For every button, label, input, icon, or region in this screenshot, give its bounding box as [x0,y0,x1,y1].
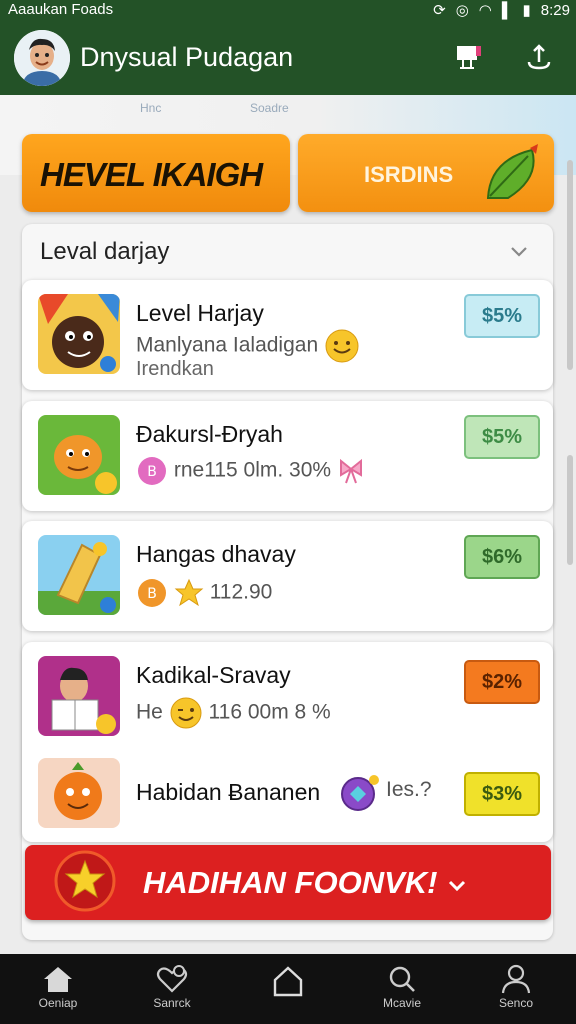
game-thumbnail [38,415,120,495]
nav-item-profile[interactable]: Senco [476,964,556,1020]
game-thumbnail [38,294,120,374]
user-avatar-icon [14,30,70,86]
item-subtitle-text: Manlyana Ialadigan [136,333,319,357]
item-subtitle-text: rne115 0lm. 30% [173,458,332,482]
item-subtitle-tail: Ies.? [386,778,432,801]
item-subtitle: B 112.90 [136,577,272,609]
list-item[interactable]: Level Harjay Manlyana Ialadigan Irendkan… [22,280,553,390]
cast-button[interactable] [452,40,486,74]
status-icons: ⟳ ◎ ◠ ▌ ▮ 8:29 [433,1,570,20]
star-badge-icon [54,850,116,912]
chevron-down-icon[interactable] [506,238,532,264]
battery-icon: ▮ [522,2,531,19]
alarm-icon: ◎ [455,2,469,19]
fruit-character-icon [38,415,120,495]
item-subtitle: B rne115 0lm. 30% [136,455,365,487]
home-icon [44,967,72,992]
badge-label: $5% [481,304,523,327]
app-bar: Dnysual Pudagan [0,22,576,95]
discount-badge[interactable]: $2% [464,660,540,704]
coin-icon: B [138,579,166,607]
item-subtitle: He 116 00m 8 % [136,696,331,730]
rewards-banner-button[interactable]: ISRDINS [298,134,554,212]
coin-icon: B [138,457,166,485]
svg-text:B: B [147,464,157,480]
svg-text:B: B [147,586,157,602]
game-thumbnail [38,535,120,615]
promo-cta-text: HADIHAN FOONVK! [143,865,438,900]
discount-badge[interactable]: $3% [464,772,540,816]
badge-label: $5% [481,425,523,448]
upload-icon [527,44,551,70]
nav-label: Mcavie [382,996,421,1010]
item-subtitle-text: He [136,700,163,724]
level-banner-button[interactable]: HEVEL IKAIGH [22,134,290,212]
wifi-icon: ◠ [478,2,492,19]
discount-badge[interactable]: $6% [464,535,540,579]
discount-badge[interactable]: $5% [464,415,540,459]
item-subtitle-secondary: Irendkan [136,358,214,380]
item-title: Level Harjay [136,300,264,326]
background-label: Hnc [140,101,162,115]
promo-cta-button[interactable]: HADIHAN FOONVK! [25,845,551,920]
discount-badge[interactable]: $5% [464,294,540,338]
background-label: Soadre [250,101,289,115]
game-thumbnail [38,656,120,736]
smile-emoji-icon [325,329,359,363]
list-item[interactable]: Ɖakursl-Ɖryah B rne115 0lm. 30% $5% [22,401,553,511]
upload-button[interactable] [522,40,556,74]
nav-label: Sanrck [153,996,191,1010]
rewards-banner-label: ISRDINS [364,162,454,187]
signal-icon: ▌ [501,1,513,19]
reader-character-icon [38,656,120,736]
list-item[interactable]: Kadikal-Sravay He 116 00m 8 % $2% Habida… [22,642,553,842]
scrollbar[interactable] [567,160,573,370]
sync-icon: ⟳ [433,2,446,19]
nav-item-center[interactable] [248,964,328,1020]
leaf-icon [486,144,538,199]
wink-emoji-icon [170,697,202,729]
status-time: 8:29 [540,1,570,19]
badge-label: $3% [481,782,523,805]
house-outline-icon [273,966,303,997]
section-title: Leval darjay [40,238,170,265]
scrollbar-thumb[interactable] [567,455,573,565]
game-thumbnail [38,758,120,828]
item-title: Hangas dhavay [136,541,296,567]
nav-label: Oeniap [38,996,78,1010]
bottom-navigation: Oeniap Sanrck Mcavie Senco [0,954,576,1024]
promo-cta-label: HADIHAN FOONVK! [143,865,468,901]
item-subtitle-text: 112.90 [209,580,273,604]
cast-icon [457,46,481,69]
book-scene-icon [38,535,120,615]
nav-item-search-favorites[interactable]: Sanrck [132,964,212,1020]
orange-character-icon [38,758,120,828]
list-item[interactable]: Hangas dhavay B 112.90 $6% [22,521,553,631]
nav-item-search[interactable]: Mcavie [362,964,442,1020]
search-icon [389,966,415,992]
item-title: Kadikal-Sravay [136,662,291,688]
heart-search-icon [156,965,188,993]
status-left-text: Aaaukan Foads [8,1,114,18]
chevron-down-icon [449,880,466,891]
badge-label: $6% [481,545,523,568]
nav-label: Senco [498,996,534,1010]
item-subtitle-tail: 116 00m 8 % [208,700,331,724]
item-title: Ɖakursl-Ɖryah [136,421,283,447]
level-banner-label: HEVEL IKAIGH [40,156,263,193]
profile-icon [501,964,531,994]
app-title: Dnysual Pudagan [80,42,294,72]
status-bar: Aaaukan Foads ⟳ ◎ ◠ ▌ ▮ 8:29 [0,0,576,22]
bow-icon [339,458,362,484]
creature-icon [38,294,120,374]
item-title: Habidan Ƀananen [136,779,321,805]
gem-icon [341,775,379,811]
badge-label: $2% [481,670,523,693]
avatar[interactable] [14,30,70,86]
star-icon [174,578,204,607]
nav-item-home[interactable]: Oeniap [18,964,98,1020]
